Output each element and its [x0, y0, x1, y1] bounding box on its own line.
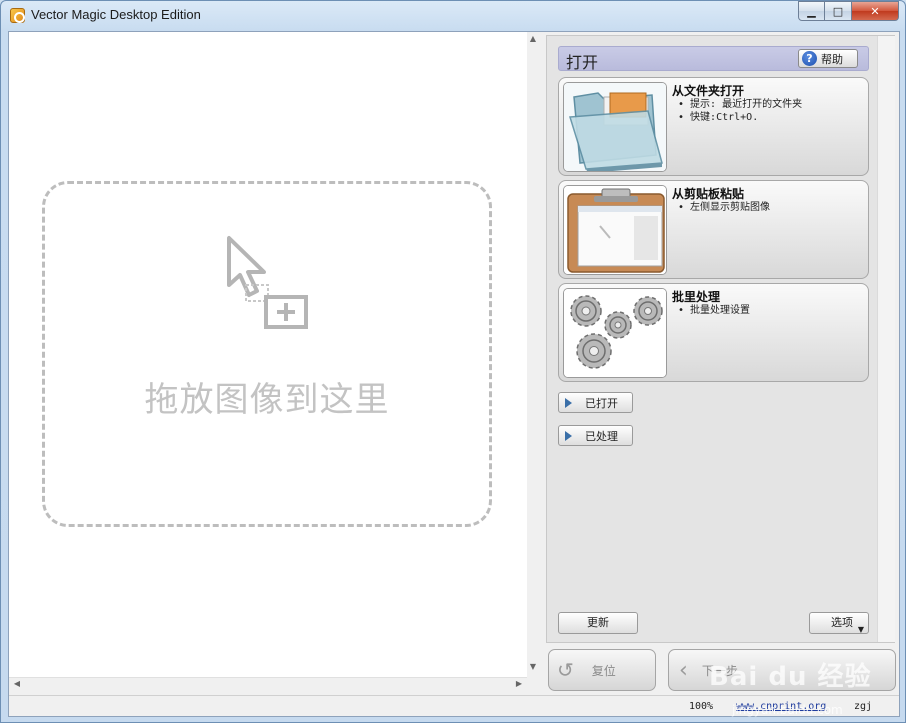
expand-arrow-icon: [565, 430, 572, 441]
canvas-vertical-scrollbar[interactable]: ▲ ▼: [527, 32, 539, 677]
scroll-left-arrow-icon[interactable]: ◀: [11, 678, 23, 690]
options-label: 选项: [831, 616, 853, 629]
help-button[interactable]: ? 帮助: [798, 49, 858, 68]
paste-from-clipboard-card[interactable]: 从剪贴板粘贴 左侧显示剪贴图像: [558, 180, 869, 279]
card-bullet: 快键:Ctrl+O.: [678, 111, 802, 124]
chevron-down-icon: ▼: [857, 625, 864, 634]
watermark-url: jingyan.baidu.com: [732, 703, 843, 717]
user-name: zgj: [854, 701, 873, 712]
gears-icon: [563, 288, 667, 378]
processed-files-button[interactable]: 已处理: [558, 425, 633, 446]
panel-header: 打开 ? 帮助: [558, 46, 869, 72]
maximize-button[interactable]: □: [825, 1, 852, 21]
client-area: 拖放图像到这里 ▲ ▼ ◀ ▶ 打开 ? 帮助 从文件夹打开 • 提示: 最近打…: [8, 31, 900, 717]
card-bullet: 提示: 最近打开的文件夹: [678, 98, 802, 111]
app-window: Vector Magic Desktop Edition ▁ □ ✕ 拖放图像到…: [0, 0, 906, 723]
scroll-down-arrow-icon[interactable]: ▼: [528, 662, 538, 674]
card-bullet: 左侧显示剪贴图像: [678, 201, 770, 214]
zoom-level: 100%: [689, 701, 714, 712]
processed-files-label: 已处理: [585, 429, 618, 443]
expand-arrow-icon: [565, 397, 572, 408]
drop-hint-text: 拖放图像到这里: [144, 380, 390, 420]
close-button[interactable]: ✕: [852, 1, 899, 21]
batch-processing-card[interactable]: 批里处理 批量处理设置: [558, 283, 869, 382]
card-bullet: 批量处理设置: [678, 304, 750, 317]
open-panel: 打开 ? 帮助 从文件夹打开 • 提示: 最近打开的文件夹 • 快键:Ctrl+…: [546, 35, 895, 643]
card-title: 从剪贴板粘贴: [672, 187, 745, 201]
scroll-right-arrow-icon[interactable]: ▶: [513, 678, 525, 690]
card-bullets: 提示: 最近打开的文件夹 快键:Ctrl+O.: [678, 98, 802, 124]
minimize-button[interactable]: ▁: [798, 1, 825, 21]
help-label: 帮助: [821, 52, 843, 66]
canvas-horizontal-scrollbar[interactable]: ◀ ▶: [9, 677, 527, 689]
folder-icon: [563, 82, 667, 172]
window-controls: ▁ □ ✕: [798, 1, 899, 21]
clipboard-icon: [563, 185, 667, 275]
title-bar: Vector Magic Desktop Edition ▁ □ ✕: [1, 1, 905, 31]
undo-icon: ↺: [557, 658, 574, 682]
watermark-logo: Bai du 经验: [709, 662, 872, 692]
window-title: Vector Magic Desktop Edition: [31, 7, 201, 22]
drag-drop-cursor-icon: [227, 236, 308, 329]
card-title: 批里处理: [672, 290, 721, 304]
opened-files-label: 已打开: [585, 396, 618, 410]
opened-files-button[interactable]: 已打开: [558, 392, 633, 413]
card-bullets: 批量处理设置: [678, 304, 750, 317]
card-title: 从文件夹打开: [672, 84, 745, 98]
chevron-left-icon: ‹: [679, 657, 688, 683]
app-logo-icon: [10, 8, 25, 23]
reset-label: 复位: [591, 663, 616, 678]
options-button[interactable]: 选项 ▼: [809, 612, 869, 634]
image-canvas[interactable]: 拖放图像到这里 ▲ ▼: [9, 32, 539, 677]
help-icon: ?: [802, 51, 817, 66]
card-bullets: 左侧显示剪贴图像: [678, 201, 770, 214]
update-button[interactable]: 更新: [558, 612, 638, 634]
panel-title: 打开: [566, 53, 599, 72]
scroll-up-arrow-icon[interactable]: ▲: [528, 34, 538, 46]
panel-vertical-scrollbar[interactable]: [877, 36, 895, 642]
reset-button[interactable]: ↺ 复位: [548, 649, 656, 691]
open-from-folder-card[interactable]: 从文件夹打开 提示: 最近打开的文件夹 快键:Ctrl+O.: [558, 77, 869, 176]
